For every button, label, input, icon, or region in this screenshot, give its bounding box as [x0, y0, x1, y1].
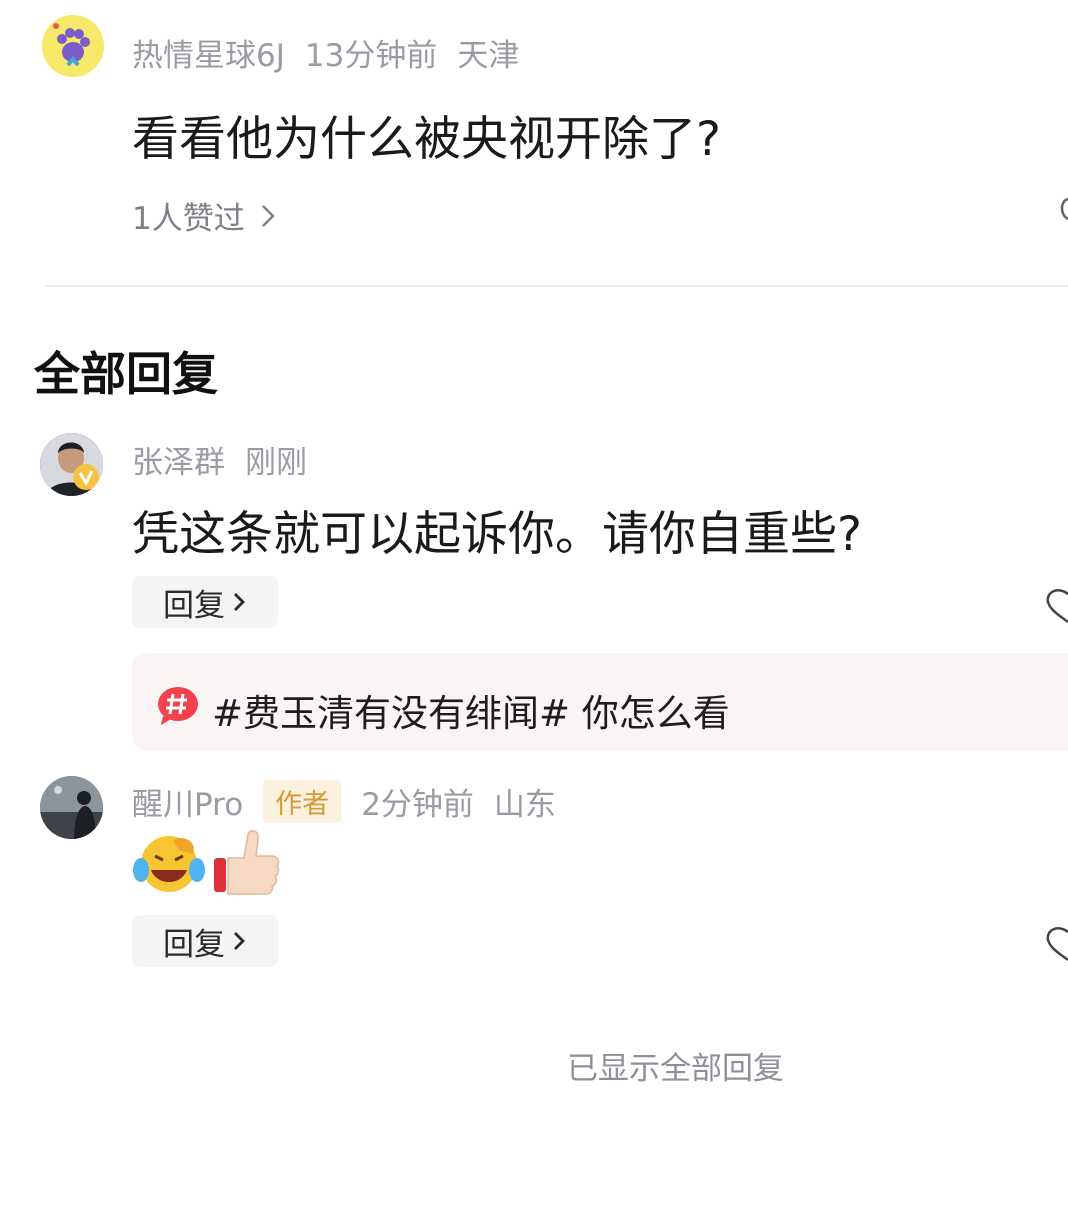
divider	[45, 285, 1068, 287]
timestamp: 13分钟前	[304, 38, 438, 74]
chevron-right-icon	[234, 593, 245, 611]
chevron-right-icon	[234, 932, 245, 950]
reply-label: 回复	[163, 587, 225, 624]
reply-text: 凭这条就可以起诉你。请你自重些?	[132, 507, 862, 562]
verified-user-avatar-icon	[40, 433, 103, 496]
chevron-right-icon	[261, 204, 275, 227]
reply-meta: 张泽群 刚刚	[132, 437, 327, 482]
thumbs-up-emoji-icon	[214, 829, 280, 895]
username[interactable]: 张泽群	[132, 445, 225, 481]
comment-text: 看看他为什么被央视开除了?	[132, 112, 721, 167]
heart-icon[interactable]	[1044, 924, 1068, 964]
avatar[interactable]	[40, 776, 103, 839]
topic-text[interactable]: #费玉清有没有绯闻# 你怎么看	[212, 683, 730, 737]
heart-icon[interactable]	[1058, 195, 1068, 223]
reply-label: 回复	[163, 926, 225, 963]
avatar[interactable]	[40, 433, 103, 496]
all-replies-shown: 已显示全部回复	[567, 1051, 784, 1087]
username[interactable]: 醒川Pro	[132, 779, 243, 824]
reply-meta: 醒川Pro 作者 2分钟前 山东	[132, 779, 576, 824]
username[interactable]: 热情星球6J	[132, 38, 285, 74]
comment-meta: 热情星球6J 13分钟前 天津	[132, 30, 539, 75]
location: 山东	[493, 787, 556, 823]
timestamp: 2分钟前	[361, 787, 474, 823]
likes-link[interactable]: 1人赞过	[132, 193, 277, 238]
author-badge: 作者	[263, 780, 342, 823]
avatar[interactable]	[42, 15, 104, 77]
section-title: 全部回复	[34, 347, 218, 401]
heart-icon[interactable]	[1044, 586, 1068, 626]
likes-label: 1人赞过	[132, 201, 245, 237]
paw-avatar-icon	[42, 15, 104, 77]
reply-button[interactable]: 回复	[132, 576, 278, 628]
silhouette-avatar-icon	[40, 776, 103, 839]
hashtag-bubble-icon	[158, 687, 198, 725]
laughing-crying-emoji-icon	[133, 836, 205, 892]
timestamp: 刚刚	[245, 445, 307, 481]
location: 天津	[457, 38, 520, 74]
reply-button[interactable]: 回复	[132, 915, 278, 967]
